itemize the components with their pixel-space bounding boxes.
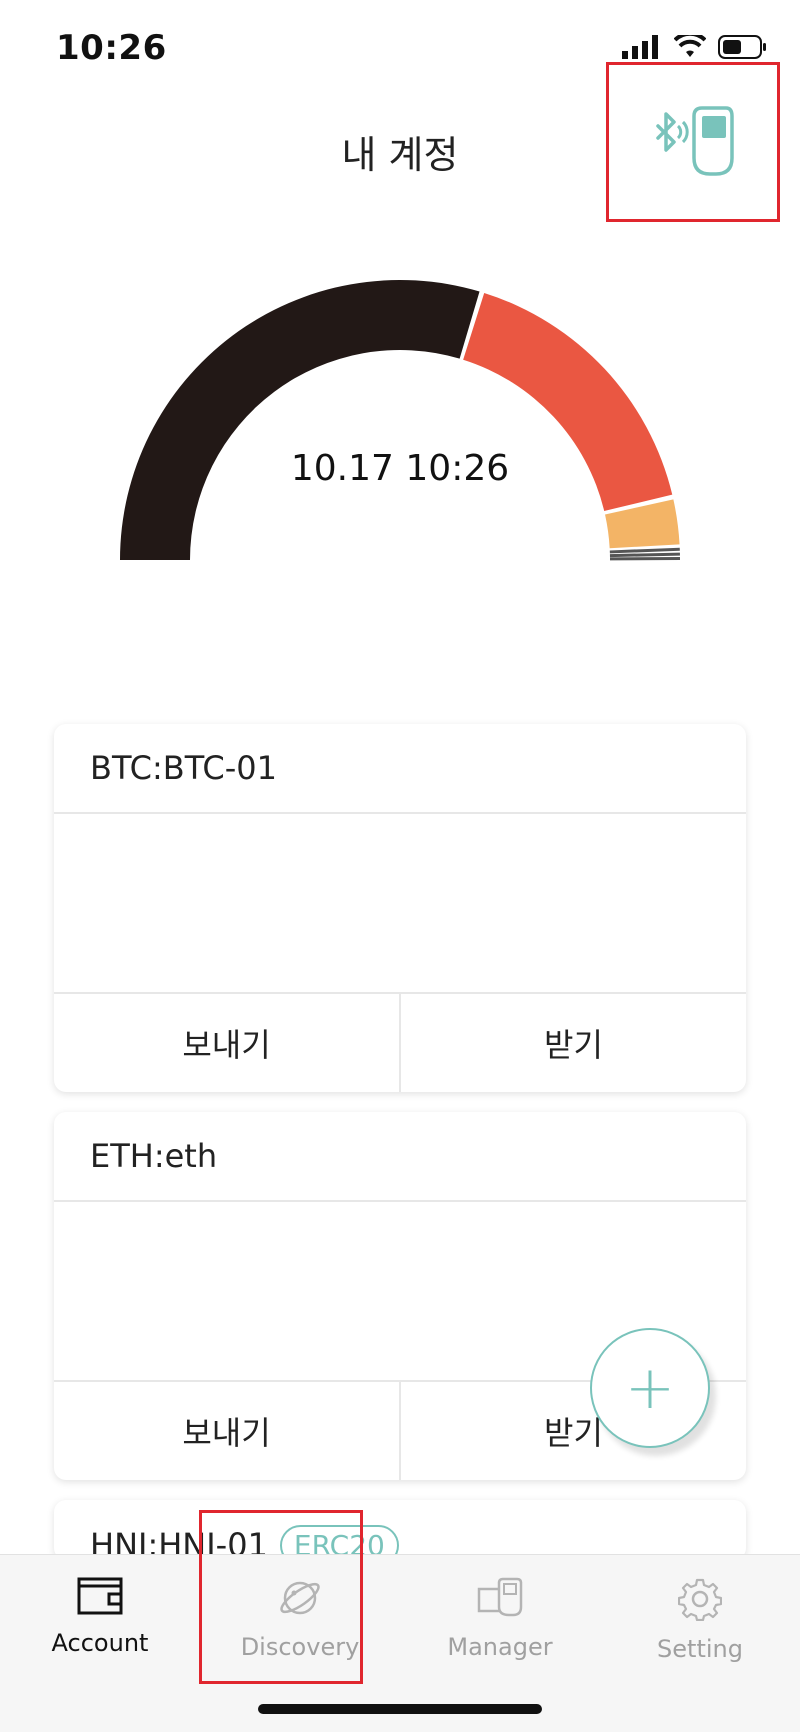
tab-label: Account xyxy=(51,1629,149,1657)
account-body xyxy=(54,814,746,994)
tab-manager[interactable]: Manager xyxy=(400,1555,600,1695)
send-button[interactable]: 보내기 xyxy=(54,994,399,1092)
gauge-segment-minor xyxy=(609,547,680,554)
signal-icon xyxy=(622,35,658,59)
device-icon xyxy=(477,1577,523,1617)
tab-setting[interactable]: Setting xyxy=(600,1555,800,1695)
status-icons xyxy=(622,34,768,60)
account-header: HNI:HNI-01 ERC20 xyxy=(54,1500,746,1560)
plus-icon: + xyxy=(624,1353,676,1423)
account-actions: 보내기 받기 xyxy=(54,994,746,1092)
balance-gauge: 10.17 10:26 xyxy=(0,270,800,590)
gauge-chart xyxy=(120,279,681,561)
tab-label: Setting xyxy=(657,1635,743,1663)
wallet-icon xyxy=(77,1577,123,1615)
tab-account[interactable]: Account xyxy=(0,1555,200,1695)
home-indicator xyxy=(258,1704,542,1714)
account-card-hni[interactable]: HNI:HNI-01 ERC20 xyxy=(54,1500,746,1560)
tab-label: Manager xyxy=(447,1633,553,1661)
receive-button[interactable]: 받기 xyxy=(399,994,746,1092)
status-time: 10:26 xyxy=(56,28,167,68)
gauge-segment-dark xyxy=(120,279,480,560)
gauge-segment-minor xyxy=(609,552,680,558)
bluetooth-device-icon xyxy=(656,106,734,176)
gear-icon xyxy=(678,1578,722,1621)
send-button[interactable]: 보내기 xyxy=(54,1382,399,1480)
bluetooth-device-button[interactable] xyxy=(606,62,780,222)
wifi-icon xyxy=(674,35,706,57)
account-name: ETH:eth xyxy=(54,1112,746,1202)
battery-icon xyxy=(718,35,766,59)
gauge-timestamp: 10.17 10:26 xyxy=(290,448,510,489)
add-account-button[interactable]: + xyxy=(590,1328,710,1448)
account-list: BTC:BTC-01 보내기 받기 ETH:eth 보내기 받기 HNI:HNI… xyxy=(54,724,746,1580)
tab-discovery[interactable]: Discovery xyxy=(200,1555,400,1695)
account-name: BTC:BTC-01 xyxy=(54,724,746,814)
account-card-btc[interactable]: BTC:BTC-01 보내기 받기 xyxy=(54,724,746,1092)
planet-icon xyxy=(280,1581,320,1615)
tab-label: Discovery xyxy=(240,1633,360,1661)
